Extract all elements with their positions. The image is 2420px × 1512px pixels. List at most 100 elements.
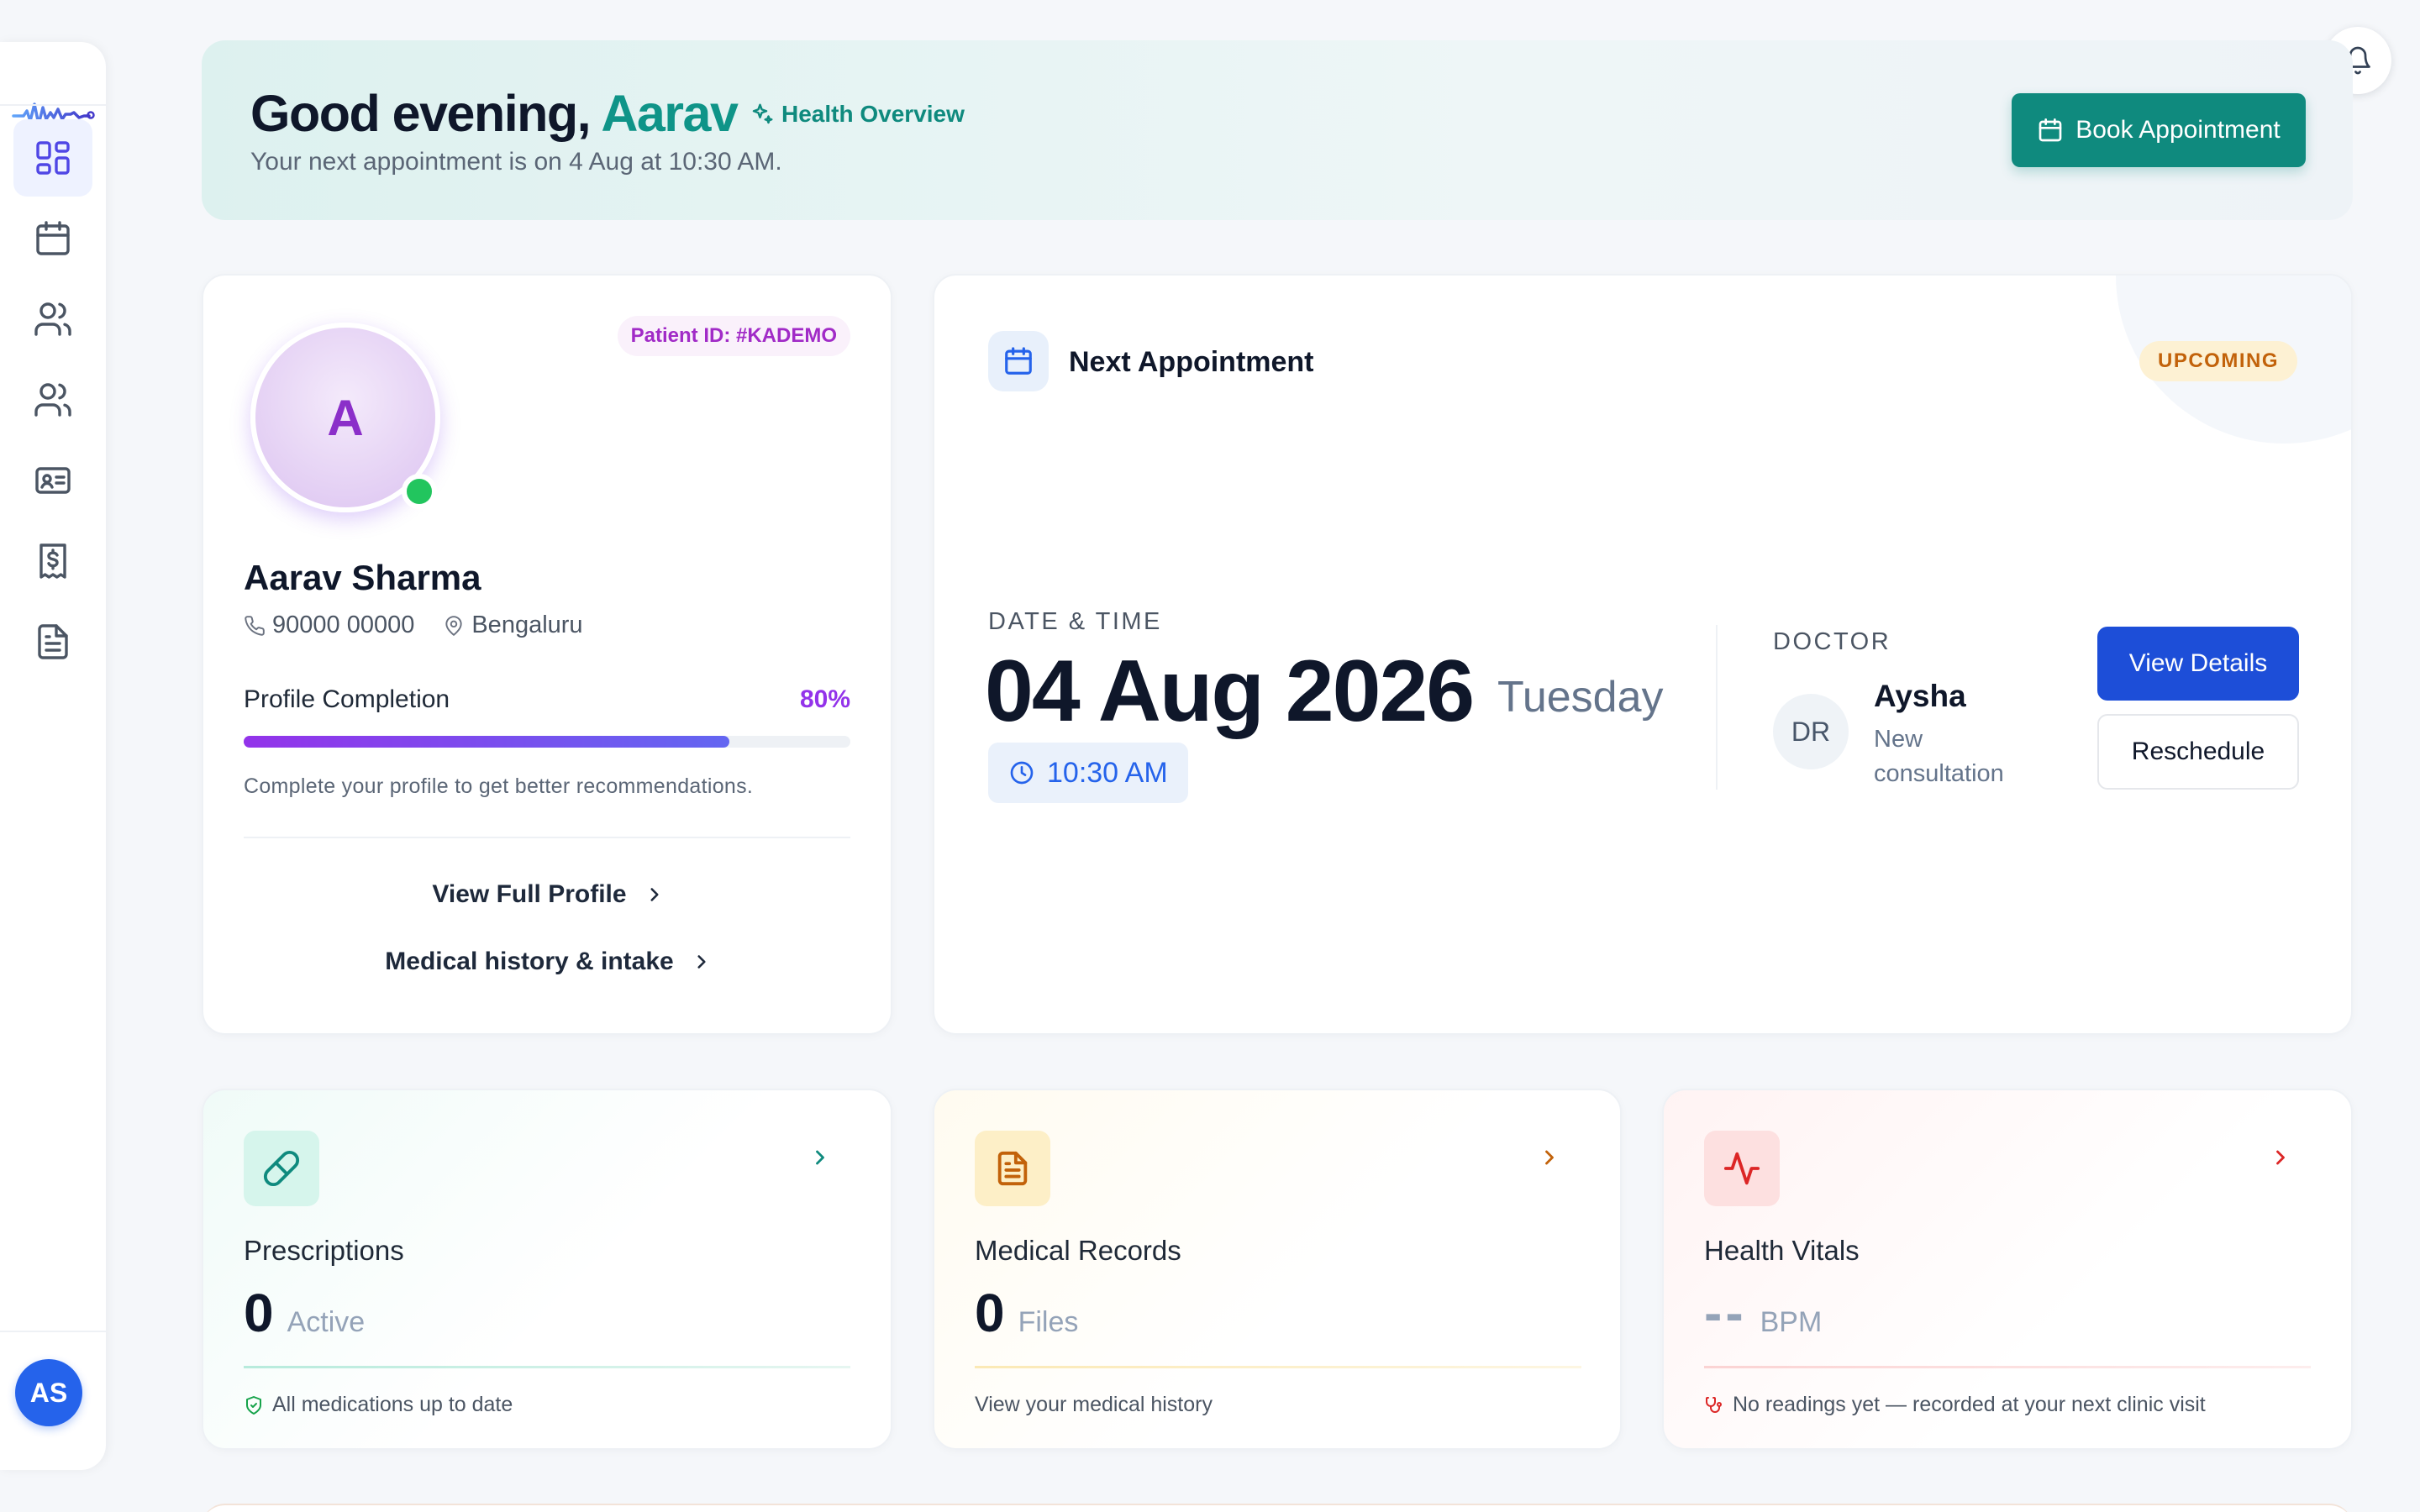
medical-records-unit: Files (1018, 1306, 1079, 1338)
prescriptions-count: 0 (244, 1283, 274, 1343)
medical-records-footer: View your medical history (975, 1393, 1213, 1417)
welcome-banner: Good evening, Aarav Health Overview Your… (202, 40, 2353, 220)
prescriptions-unit: Active (287, 1306, 366, 1338)
sidebar-divider (0, 1331, 106, 1332)
file-text-icon (38, 624, 68, 659)
greeting-text: Good evening, (250, 85, 592, 142)
profile-completion-bar (244, 736, 850, 748)
patient-location: Bengaluru (471, 612, 583, 638)
activity-icon-tile (1704, 1131, 1780, 1206)
chevron-right-icon (650, 888, 659, 901)
book-appointment-button[interactable]: Book Appointment (2012, 93, 2306, 167)
patient-contact: 90000 00000 Bengaluru (244, 612, 583, 639)
sidebar-item-dashboard[interactable] (13, 119, 92, 197)
consultation-type: New consultation (1874, 726, 2004, 787)
document-icon-tile (975, 1131, 1050, 1206)
appointment-date: 04 Aug 2026 (985, 643, 1475, 740)
appointment-day: Tuesday (1497, 673, 1664, 722)
medical-history-link[interactable]: Medical history & intake (203, 948, 891, 976)
activity-icon (1723, 1152, 1760, 1185)
prescriptions-footer-text: All medications up to date (272, 1393, 513, 1416)
divider (244, 837, 850, 838)
grid-icon (36, 141, 70, 175)
greeting-user-name: Aarav (601, 85, 739, 142)
prescriptions-open-button[interactable] (808, 1146, 832, 1169)
pill-icon-tile (244, 1131, 319, 1206)
next-section-card (202, 1504, 2353, 1512)
pill-icon (263, 1150, 300, 1187)
shield-check-icon (246, 1395, 261, 1415)
view-details-button[interactable]: View Details (2097, 627, 2299, 701)
view-full-profile-label: View Full Profile (432, 880, 627, 908)
sidebar: AS (0, 42, 106, 1470)
appointment-icon-tile (988, 331, 1049, 391)
profile-completion-label: Profile Completion (244, 685, 450, 713)
receipt-icon (39, 543, 66, 579)
prescriptions-card[interactable]: Prescriptions 0 Active All medications u… (202, 1089, 892, 1450)
chevron-right-icon (1545, 1150, 1554, 1165)
sidebar-divider (0, 104, 106, 106)
view-full-profile-link[interactable]: View Full Profile (203, 880, 891, 909)
page-title: Good evening, Aarav (250, 84, 739, 143)
health-vitals-open-button[interactable] (2269, 1146, 2292, 1169)
health-vitals-unit: BPM (1760, 1306, 1823, 1338)
users-icon (34, 383, 71, 417)
medical-records-value: 0 Files (975, 1282, 1078, 1344)
doctor-name: Aysha (1874, 679, 1966, 713)
profile-completion-hint: Complete your profile to get better reco… (244, 774, 754, 798)
user-initials: AS (29, 1377, 68, 1408)
phone-icon (245, 615, 265, 636)
health-vitals-title: Health Vitals (1704, 1235, 1860, 1266)
appointment-time: 10:30 AM (1047, 756, 1168, 789)
sidebar-item-appointments[interactable] (13, 200, 92, 277)
doctor-label: DOCTOR (1773, 628, 1891, 655)
medical-records-card[interactable]: Medical Records 0 Files View your medica… (933, 1089, 1622, 1450)
patient-phone: 90000 00000 (272, 612, 415, 638)
patient-id-badge: Patient ID: #KADEMO (617, 316, 850, 356)
id-card-icon (35, 467, 71, 494)
sidebar-item-family[interactable] (13, 361, 92, 438)
health-overview-label: Health Overview (781, 101, 965, 127)
chevron-right-icon (2276, 1150, 2285, 1165)
profile-completion-percent: 80% (799, 685, 850, 713)
medical-records-count: 0 (975, 1283, 1005, 1343)
medical-records-open-button[interactable] (1538, 1146, 1561, 1169)
next-appointment-card: Next Appointment UPCOMING DATE & TIME 04… (933, 274, 2353, 1035)
sidebar-item-id-card[interactable] (13, 442, 92, 519)
profile-completion-fill (244, 736, 729, 748)
map-pin-icon (445, 615, 462, 636)
doctor-initials: DR (1791, 716, 1831, 747)
chevron-right-icon (816, 1150, 824, 1165)
prescriptions-value: 0 Active (244, 1282, 365, 1344)
reschedule-button[interactable]: Reschedule (2097, 714, 2299, 790)
health-vitals-reading: -- (1704, 1283, 1747, 1343)
calendar-icon (36, 221, 70, 255)
book-appointment-label: Book Appointment (2075, 116, 2281, 144)
health-overview-tag: Health Overview (750, 101, 965, 128)
calendar-icon (2039, 118, 2062, 142)
sparkles-icon (752, 103, 773, 124)
sidebar-item-documents[interactable] (13, 603, 92, 680)
divider (1716, 625, 1718, 790)
divider (975, 1366, 1581, 1368)
prescriptions-title: Prescriptions (244, 1235, 404, 1266)
user-avatar[interactable]: AS (15, 1359, 82, 1426)
health-vitals-value: -- BPM (1704, 1282, 1822, 1344)
sidebar-item-doctors[interactable] (13, 281, 92, 358)
profile-card: Patient ID: #KADEMO A Aarav Sharma 90000… (202, 274, 892, 1035)
divider (1704, 1366, 2311, 1368)
medical-records-footer-text: View your medical history (975, 1393, 1213, 1416)
date-time-label: DATE & TIME (988, 608, 1162, 635)
next-appointment-title: Next Appointment (1069, 346, 1314, 378)
prescriptions-footer: All medications up to date (244, 1393, 513, 1417)
divider (244, 1366, 850, 1368)
health-vitals-footer-text: No readings yet — recorded at your next … (1733, 1393, 2206, 1416)
health-vitals-card[interactable]: Health Vitals -- BPM No readings yet — r… (1662, 1089, 2353, 1450)
users-icon (34, 302, 71, 336)
sidebar-item-billing[interactable] (13, 522, 92, 600)
stethoscope-icon (1706, 1396, 1722, 1413)
profile-avatar-initial: A (327, 389, 364, 446)
status-badge: UPCOMING (2139, 341, 2297, 381)
chevron-right-icon (697, 955, 706, 969)
file-text-icon (997, 1151, 1028, 1186)
